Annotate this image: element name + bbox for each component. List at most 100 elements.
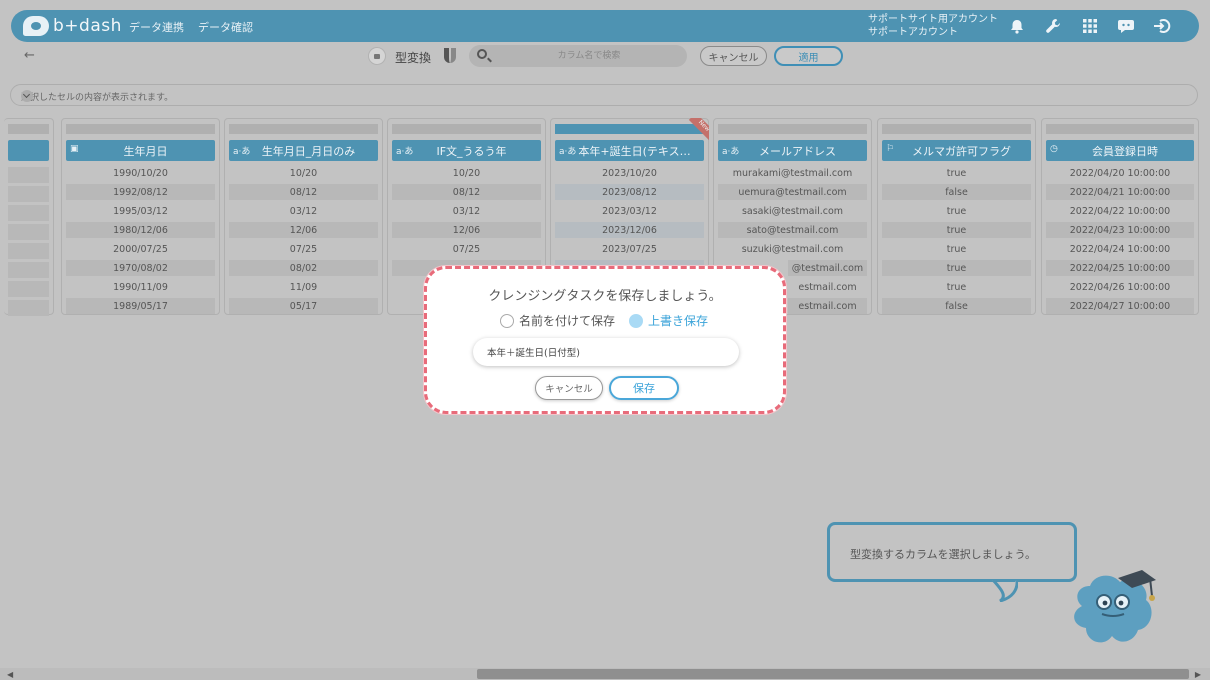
column-header[interactable]: a·あ 生年月日_月日のみ (229, 140, 378, 161)
table-cell[interactable] (8, 243, 49, 259)
table-cell[interactable] (8, 300, 49, 316)
table-cell[interactable]: estmail.com (788, 298, 867, 314)
table-cell[interactable]: 1989/05/17 (66, 298, 215, 314)
table-cell[interactable]: 2022/04/22 10:00:00 (1046, 203, 1194, 219)
scroll-right-arrow-icon[interactable]: ▶ (1195, 670, 1201, 679)
table-cell[interactable]: true (882, 241, 1031, 257)
table-cell[interactable] (8, 262, 49, 278)
back-arrow-icon[interactable]: ← (24, 48, 35, 63)
table-cell[interactable]: 08/12 (392, 184, 541, 200)
table-cell[interactable]: 2022/04/26 10:00:00 (1046, 279, 1194, 295)
table-cell[interactable]: 2022/04/25 10:00:00 (1046, 260, 1194, 276)
scrollbar-thumb[interactable] (477, 669, 1189, 679)
table-cell[interactable]: 1980/12/06 (66, 222, 215, 238)
table-cell[interactable]: 07/25 (392, 241, 541, 257)
table-cell[interactable]: sato@testmail.com (718, 222, 867, 238)
toolbar-apply-button[interactable]: 適用 (774, 46, 843, 66)
table-cell[interactable]: true (882, 260, 1031, 276)
table-cell[interactable]: uemura@testmail.com (718, 184, 867, 200)
table-cell[interactable]: 05/17 (229, 298, 378, 314)
table-cell[interactable]: murakami@testmail.com (718, 165, 867, 181)
grid-icon[interactable] (1080, 16, 1100, 36)
table-cell[interactable]: 2022/04/23 10:00:00 (1046, 222, 1194, 238)
table-cell[interactable]: true (882, 203, 1031, 219)
table-cell[interactable]: 12/06 (229, 222, 378, 238)
data-column-monthday[interactable]: a·あ 生年月日_月日のみ 10/20 08/12 03/12 12/06 07/… (224, 118, 383, 315)
nav-data-link[interactable]: データ連携 (129, 19, 184, 35)
column-header[interactable]: ◷ 会員登録日時 (1046, 140, 1194, 161)
table-cell[interactable]: 2023/10/20 (555, 165, 704, 181)
table-cell[interactable]: 2022/04/24 10:00:00 (1046, 241, 1194, 257)
dialog-cancel-button[interactable]: キャンセル (535, 376, 603, 400)
table-cell[interactable]: @testmail.com (788, 260, 867, 276)
data-column-birthdate[interactable]: ▣ 生年月日 1990/10/20 1992/08/12 1995/03/12 1… (61, 118, 220, 315)
dialog-save-button[interactable]: 保存 (609, 376, 679, 400)
column-header[interactable]: a·あ 本年+誕生日(テキス… (555, 140, 704, 161)
bell-icon[interactable] (1007, 16, 1027, 36)
column-header[interactable]: ⚐ メルマガ許可フラグ (882, 140, 1031, 161)
table-cell[interactable] (8, 224, 49, 240)
lock-icon[interactable] (368, 47, 386, 65)
table-cell[interactable]: estmail.com (788, 279, 867, 295)
table-cell[interactable]: 1995/03/12 (66, 203, 215, 219)
data-column-registered-at[interactable]: ◷ 会員登録日時 2022/04/20 10:00:00 2022/04/21 1… (1041, 118, 1199, 315)
column-header[interactable]: a·あ メールアドレス (718, 140, 867, 161)
table-cell[interactable]: 10/20 (392, 165, 541, 181)
table-cell[interactable]: true (882, 165, 1031, 181)
radio-overwrite[interactable]: 上書き保存 (629, 312, 708, 329)
table-cell[interactable]: 1990/10/20 (66, 165, 215, 181)
table-cell[interactable]: 1990/11/09 (66, 279, 215, 295)
table-cell[interactable]: 1992/08/12 (66, 184, 215, 200)
table-cell[interactable]: 03/12 (392, 203, 541, 219)
radio-save-as-new[interactable]: 名前を付けて保存 (500, 312, 615, 329)
logout-icon[interactable] (1152, 16, 1172, 36)
table-cell[interactable]: 12/06 (392, 222, 541, 238)
nav-data-check[interactable]: データ確認 (198, 19, 253, 35)
table-cell[interactable]: 2023/03/12 (555, 203, 704, 219)
table-cell[interactable]: 07/25 (229, 241, 378, 257)
table-cell[interactable]: false (882, 184, 1031, 200)
table-cell[interactable]: false (882, 298, 1031, 314)
radio-unchecked-icon[interactable] (500, 313, 514, 328)
data-column-newsletter-flag[interactable]: ⚐ メルマガ許可フラグ true false true true true tru… (877, 118, 1036, 315)
table-cell[interactable]: 2023/08/12 (555, 184, 704, 200)
table-cell[interactable]: 2023/07/25 (555, 241, 704, 257)
table-cell[interactable]: suzuki@testmail.com (718, 241, 867, 257)
account-info[interactable]: サポートサイト用アカウント サポートアカウント (868, 13, 998, 39)
beginner-mark-icon[interactable] (444, 48, 456, 63)
cell-content-bar[interactable]: 選択したセルの内容が表示されます。 (10, 84, 1198, 106)
table-cell[interactable] (8, 205, 49, 221)
table-cell[interactable]: true (882, 279, 1031, 295)
table-cell[interactable]: sasaki@testmail.com (718, 203, 867, 219)
task-name-input[interactable] (473, 338, 739, 366)
table-cell[interactable]: 2000/07/25 (66, 241, 215, 257)
column-search[interactable] (469, 45, 687, 67)
column-header[interactable]: a·あ IF文_うるう年 (392, 140, 541, 161)
table-cell[interactable]: true (882, 222, 1031, 238)
mascot-character-icon[interactable] (1068, 566, 1158, 652)
scroll-left-arrow-icon[interactable]: ◀ (7, 670, 13, 679)
table-cell[interactable]: 2023/12/06 (555, 222, 704, 238)
toolbar-cancel-button[interactable]: キャンセル (700, 46, 767, 66)
table-cell[interactable]: 11/09 (229, 279, 378, 295)
table-cell[interactable]: 2022/04/21 10:00:00 (1046, 184, 1194, 200)
table-cell[interactable] (8, 281, 49, 297)
table-cell[interactable]: 2022/04/20 10:00:00 (1046, 165, 1194, 181)
chat-icon[interactable] (1116, 16, 1136, 36)
table-cell[interactable]: 08/02 (229, 260, 378, 276)
table-cell[interactable]: 10/20 (229, 165, 378, 181)
data-column-partial[interactable] (4, 118, 54, 316)
bdash-logo[interactable]: b+dash (23, 14, 122, 38)
table-cell[interactable] (8, 167, 49, 183)
column-header[interactable] (8, 140, 49, 161)
column-search-input[interactable] (499, 47, 679, 65)
table-cell[interactable]: 08/12 (229, 184, 378, 200)
table-cell[interactable]: 03/12 (229, 203, 378, 219)
column-header[interactable]: ▣ 生年月日 (66, 140, 215, 161)
table-cell[interactable]: 2022/04/27 10:00:00 (1046, 298, 1194, 314)
table-cell[interactable]: 1970/08/02 (66, 260, 215, 276)
horizontal-scrollbar[interactable]: ◀ ▶ (0, 668, 1210, 680)
radio-checked-icon[interactable] (629, 313, 643, 328)
chevron-down-icon[interactable] (21, 90, 33, 102)
wrench-icon[interactable] (1043, 16, 1063, 36)
